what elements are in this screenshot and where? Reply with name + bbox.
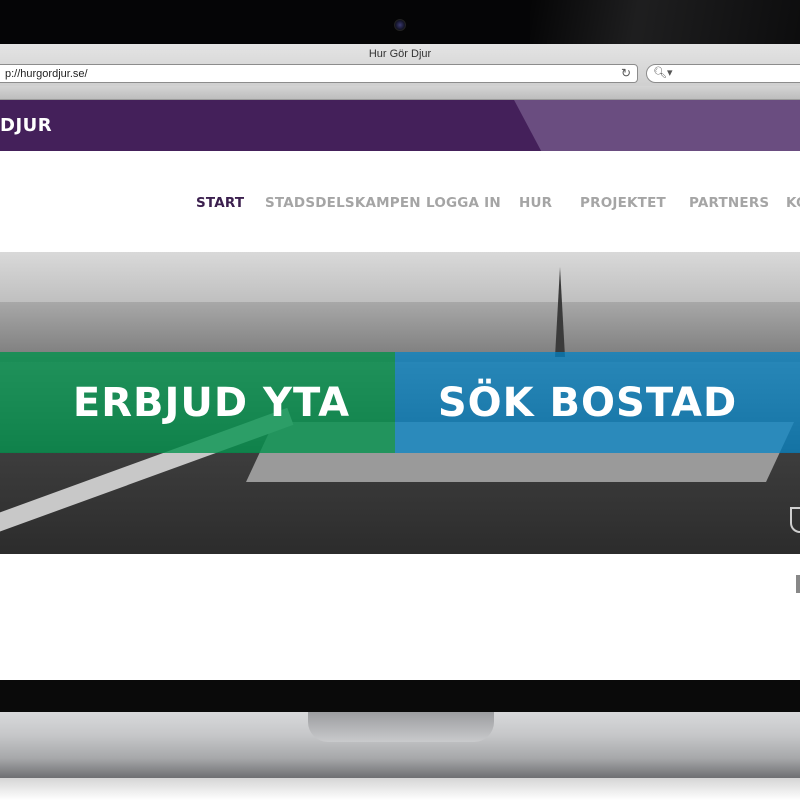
site-header: DJUR	[0, 100, 800, 151]
hero-banner: ERBJUD YTA SÖK BOSTAD	[0, 252, 800, 554]
sok-bostad-button[interactable]: SÖK BOSTAD	[395, 352, 800, 453]
sok-bostad-label: SÖK BOSTAD	[437, 379, 738, 426]
search-icon: 🔍︎▾	[653, 67, 673, 79]
hero-sky	[0, 252, 800, 307]
window-title: Hur Gör Djur	[368, 48, 432, 60]
main-nav: START STADSDELSKAMPEN LOGGA IN HUR PROJE…	[0, 195, 800, 215]
laptop-bezel-top	[0, 0, 800, 44]
nav-item-partners[interactable]: PARTNERS	[689, 195, 769, 211]
side-tab[interactable]	[796, 575, 800, 593]
erbjud-yta-label: ERBJUD YTA	[72, 379, 351, 426]
address-bar-url: p://hurgordjur.se/	[5, 68, 88, 80]
header-stripe	[511, 100, 800, 151]
bookmarks-bar	[0, 86, 800, 99]
search-input[interactable]: 🔍︎▾	[646, 64, 800, 83]
nav-item-ko[interactable]: KO	[786, 195, 800, 211]
nav-item-logga-in[interactable]: LOGGA IN	[426, 195, 501, 211]
shield-icon	[790, 507, 800, 533]
laptop-bezel-bottom	[0, 680, 800, 712]
webcam-icon	[394, 19, 406, 31]
laptop-notch	[308, 712, 494, 742]
address-bar[interactable]: p://hurgordjur.se/ ↻	[0, 64, 638, 83]
nav-item-start[interactable]: START	[196, 195, 244, 211]
erbjud-yta-button[interactable]: ERBJUD YTA	[0, 352, 395, 453]
nav-item-stadsdelskampen[interactable]: STADSDELSKAMPEN	[265, 195, 421, 211]
site-logo[interactable]: DJUR	[0, 115, 52, 136]
floor-shadow	[0, 778, 800, 800]
browser-chrome: Hur Gör Djur p://hurgordjur.se/ ↻ 🔍︎▾	[0, 44, 800, 100]
screen-glare	[530, 0, 800, 44]
nav-item-projektet[interactable]: PROJEKTET	[580, 195, 666, 211]
reload-icon[interactable]: ↻	[621, 66, 631, 80]
nav-item-hur[interactable]: HUR	[519, 195, 552, 211]
